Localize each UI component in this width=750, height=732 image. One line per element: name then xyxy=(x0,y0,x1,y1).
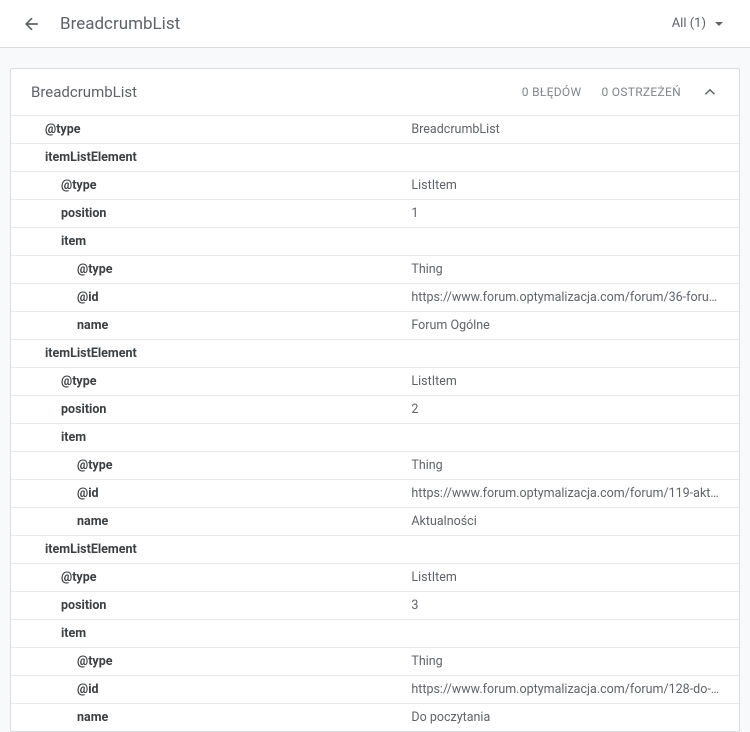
prop-key: @type xyxy=(11,117,411,142)
card-status-group: 0 BŁĘDÓW 0 OSTRZEŻEŃ xyxy=(522,83,719,101)
page-title: BreadcrumbList xyxy=(60,14,180,34)
warnings-count: 0 OSTRZEŻEŃ xyxy=(601,85,681,99)
prop-val: Forum Ogólne xyxy=(411,313,739,338)
prop-key: item xyxy=(11,425,411,450)
filter-dropdown[interactable]: All (1) xyxy=(672,16,730,31)
prop-val: BreadcrumbList xyxy=(411,117,739,142)
table-row: position 3 xyxy=(11,591,739,619)
prop-val: ListItem xyxy=(411,565,739,590)
prop-val: https://www.forum.optymalizacja.com/foru… xyxy=(411,481,739,506)
back-button[interactable] xyxy=(20,12,44,36)
chevron-up-icon xyxy=(701,83,719,101)
topbar-left: BreadcrumbList xyxy=(20,12,180,36)
prop-key: @id xyxy=(11,481,411,506)
prop-val: ListItem xyxy=(411,369,739,394)
table-row: itemListElement xyxy=(11,535,739,563)
prop-key: position xyxy=(11,397,411,422)
prop-val: 3 xyxy=(411,593,739,618)
prop-key: itemListElement xyxy=(11,537,411,562)
table-row: @id https://www.forum.optymalizacja.com/… xyxy=(11,283,739,311)
card-title: BreadcrumbList xyxy=(31,83,137,101)
prop-key: itemListElement xyxy=(11,341,411,366)
prop-key: @id xyxy=(11,677,411,702)
caret-down-icon xyxy=(714,19,724,29)
prop-key: position xyxy=(11,593,411,618)
prop-val: Do poczytania xyxy=(411,705,739,730)
prop-key: @id xyxy=(11,285,411,310)
filter-label: All (1) xyxy=(672,16,706,31)
table-row: name Do poczytania xyxy=(11,703,739,731)
table-row: position 1 xyxy=(11,199,739,227)
prop-key: item xyxy=(11,229,411,254)
prop-key: @type xyxy=(11,453,411,478)
prop-val: Thing xyxy=(411,257,739,282)
content-container: BreadcrumbList 0 BŁĘDÓW 0 OSTRZEŻEŃ @typ… xyxy=(0,48,750,732)
errors-count: 0 BŁĘDÓW xyxy=(522,85,582,99)
prop-key: name xyxy=(11,705,411,730)
table-row: item xyxy=(11,423,739,451)
prop-key: @type xyxy=(11,649,411,674)
prop-val xyxy=(411,237,739,247)
table-row: itemListElement xyxy=(11,143,739,171)
table-row: @type ListItem xyxy=(11,171,739,199)
prop-val xyxy=(411,433,739,443)
prop-key: @type xyxy=(11,565,411,590)
prop-val: 1 xyxy=(411,201,739,226)
prop-key: @type xyxy=(11,173,411,198)
prop-val xyxy=(411,545,739,555)
prop-key: name xyxy=(11,313,411,338)
prop-val: Aktualności xyxy=(411,509,739,534)
table-row: item xyxy=(11,227,739,255)
table-row: @type ListItem xyxy=(11,367,739,395)
prop-val xyxy=(411,629,739,639)
prop-val: Thing xyxy=(411,649,739,674)
topbar: BreadcrumbList All (1) xyxy=(0,0,750,48)
collapse-toggle[interactable] xyxy=(701,83,719,101)
prop-key: item xyxy=(11,621,411,646)
prop-val xyxy=(411,349,739,359)
table-row: name Aktualności xyxy=(11,507,739,535)
card-header[interactable]: BreadcrumbList 0 BŁĘDÓW 0 OSTRZEŻEŃ xyxy=(11,69,739,115)
prop-key: name xyxy=(11,509,411,534)
prop-val: 2 xyxy=(411,397,739,422)
table-row: item xyxy=(11,619,739,647)
prop-val: https://www.forum.optymalizacja.com/foru… xyxy=(411,285,739,310)
table-row: @id https://www.forum.optymalizacja.com/… xyxy=(11,675,739,703)
table-row: position 2 xyxy=(11,395,739,423)
result-card: BreadcrumbList 0 BŁĘDÓW 0 OSTRZEŻEŃ @typ… xyxy=(10,68,740,732)
property-table: @type BreadcrumbList itemListElement @ty… xyxy=(11,115,739,731)
table-row: @type Thing xyxy=(11,647,739,675)
table-row: @type Thing xyxy=(11,451,739,479)
table-row: @type ListItem xyxy=(11,563,739,591)
table-row: name Forum Ogólne xyxy=(11,311,739,339)
prop-key: itemListElement xyxy=(11,145,411,170)
prop-key: position xyxy=(11,201,411,226)
table-row: @type BreadcrumbList xyxy=(11,115,739,143)
table-row: @id https://www.forum.optymalizacja.com/… xyxy=(11,479,739,507)
prop-key: @type xyxy=(11,257,411,282)
arrow-left-icon xyxy=(22,14,42,34)
table-row: itemListElement xyxy=(11,339,739,367)
table-row: @type Thing xyxy=(11,255,739,283)
prop-val: https://www.forum.optymalizacja.com/foru… xyxy=(411,677,739,702)
prop-key: @type xyxy=(11,369,411,394)
prop-val: ListItem xyxy=(411,173,739,198)
prop-val: Thing xyxy=(411,453,739,478)
prop-val xyxy=(411,153,739,163)
